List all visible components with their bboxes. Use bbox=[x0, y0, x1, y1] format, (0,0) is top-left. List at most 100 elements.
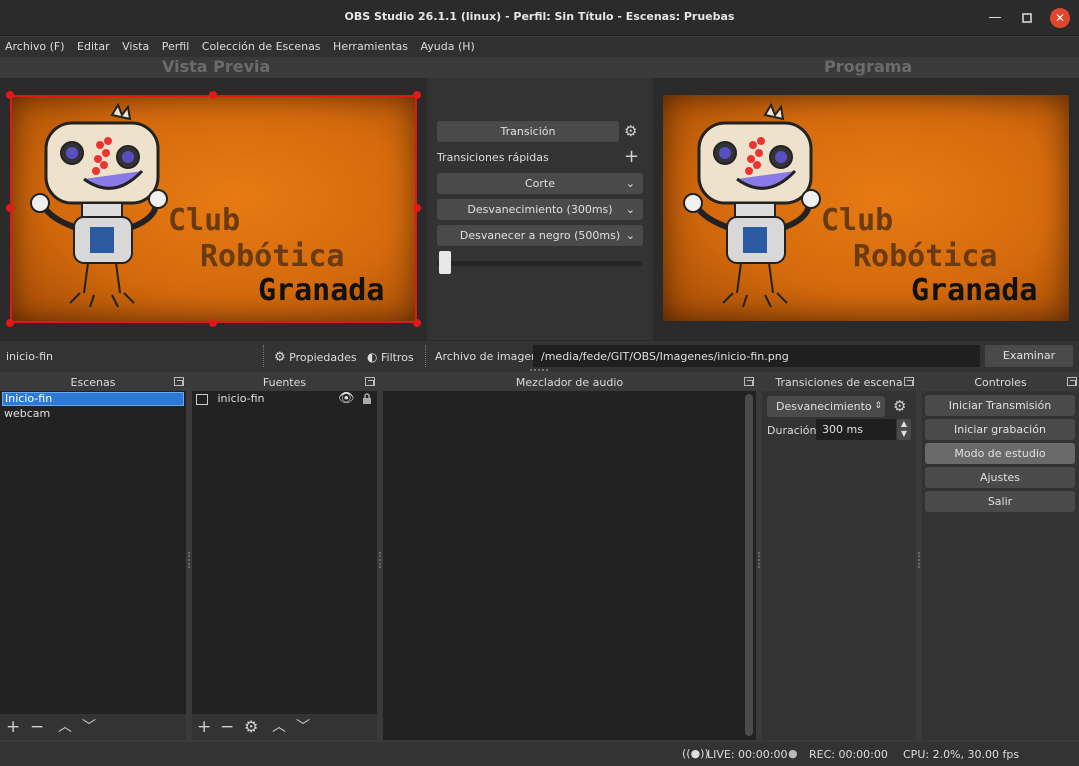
scenes-list[interactable]: Inicio-fin webcam bbox=[0, 391, 186, 714]
quick-transition-label: Desvanecer a negro (500ms) bbox=[459, 229, 621, 242]
splitter-handle[interactable] bbox=[530, 369, 548, 372]
properties-button[interactable]: ⚙ Propiedades bbox=[274, 350, 357, 365]
program-image: Club Robótica Granada bbox=[663, 95, 1069, 321]
sources-footer: + − ⚙ ︿ ﹀ bbox=[192, 714, 377, 740]
duration-input[interactable]: 300 ms bbox=[816, 419, 896, 440]
gear-icon[interactable]: ⚙ bbox=[244, 716, 258, 738]
current-source-name: inicio-fin bbox=[6, 350, 53, 363]
live-status: LIVE: 00:00:00 bbox=[707, 748, 788, 761]
program-label: Programa bbox=[824, 57, 913, 76]
record-icon: ● bbox=[788, 747, 798, 760]
close-icon[interactable]: ✕ bbox=[1050, 8, 1070, 28]
remove-icon[interactable]: − bbox=[30, 716, 44, 738]
logo-club-text: Club bbox=[821, 203, 894, 238]
menu-herramientas[interactable]: Herramientas bbox=[328, 37, 412, 53]
menu-ayuda[interactable]: Ayuda (H) bbox=[415, 37, 478, 53]
sources-list[interactable]: inicio-fin 👁 bbox=[192, 391, 377, 714]
add-icon[interactable]: + bbox=[6, 716, 20, 738]
chevron-down-icon: ⌄ bbox=[625, 229, 635, 242]
resize-handle[interactable] bbox=[6, 91, 14, 99]
transitions-dock-header: Transiciones de escena bbox=[762, 375, 916, 391]
dock-splitter[interactable] bbox=[918, 552, 920, 568]
menu-bar: Archivo (F) Editar Vista Perfil Colecció… bbox=[0, 37, 1079, 57]
mixer-scrollbar[interactable] bbox=[745, 394, 753, 736]
quick-transition-fade-black[interactable]: Desvanecer a negro (500ms) ⌄ bbox=[437, 225, 643, 246]
preview-label: Vista Previa bbox=[162, 57, 271, 76]
file-path-field[interactable]: /media/fede/GIT/OBS/Imagenes/inicio-fin.… bbox=[533, 345, 980, 367]
float-dock-icon[interactable] bbox=[365, 377, 375, 386]
start-streaming-button[interactable]: Iniciar Transmisión bbox=[925, 395, 1075, 416]
resize-handle[interactable] bbox=[413, 319, 421, 327]
resize-handle[interactable] bbox=[209, 319, 217, 327]
menu-archivo[interactable]: Archivo (F) bbox=[0, 37, 69, 53]
float-dock-icon[interactable] bbox=[904, 377, 914, 386]
sources-title: Fuentes bbox=[262, 376, 307, 389]
logo-robotica-text: Robótica bbox=[200, 239, 345, 274]
menu-editar[interactable]: Editar bbox=[72, 37, 114, 53]
status-bar: ((●)) LIVE: 00:00:00 ● REC: 00:00:00 CPU… bbox=[0, 742, 1079, 766]
float-dock-icon[interactable] bbox=[174, 377, 184, 386]
cpu-status: CPU: 2.0%, 30.00 fps bbox=[903, 748, 1020, 761]
exit-button[interactable]: Salir bbox=[925, 491, 1075, 512]
transition-button[interactable]: Transición bbox=[437, 121, 619, 142]
quick-transition-fade[interactable]: Desvanecimiento (300ms) ⌄ bbox=[437, 199, 643, 220]
mixer-dock-header: Mezclador de audio bbox=[383, 375, 756, 391]
gear-icon: ⚙ bbox=[274, 350, 286, 365]
properties-label: Propiedades bbox=[289, 351, 357, 364]
scene-item[interactable]: Inicio-fin bbox=[2, 392, 184, 406]
tbar-track[interactable] bbox=[437, 261, 642, 266]
filters-button[interactable]: ◐ Filtros bbox=[367, 350, 414, 364]
settings-button[interactable]: Ajustes bbox=[925, 467, 1075, 488]
gear-icon[interactable]: ⚙ bbox=[893, 397, 906, 415]
add-icon[interactable]: + bbox=[624, 148, 639, 166]
controls-dock-header: Controles bbox=[922, 375, 1079, 391]
resize-handle[interactable] bbox=[209, 91, 217, 99]
resize-handle[interactable] bbox=[413, 204, 421, 212]
resize-handle[interactable] bbox=[6, 204, 14, 212]
duration-stepper[interactable]: ▲ ▼ bbox=[897, 419, 911, 440]
start-recording-button[interactable]: Iniciar grabación bbox=[925, 419, 1075, 440]
add-icon[interactable]: + bbox=[197, 716, 211, 738]
quick-transition-cut[interactable]: Corte ⌄ bbox=[437, 173, 643, 194]
menu-coleccion-escenas[interactable]: Colección de Escenas bbox=[197, 37, 325, 53]
dock-splitter[interactable] bbox=[758, 552, 760, 568]
menu-vista[interactable]: Vista bbox=[117, 37, 153, 53]
quick-transition-label: Desvanecimiento (300ms) bbox=[467, 203, 613, 216]
maximize-icon[interactable] bbox=[1017, 8, 1037, 28]
transitions-title: Transiciones de escena bbox=[775, 376, 903, 389]
scene-transitions-panel bbox=[762, 391, 916, 740]
browse-button[interactable]: Examinar bbox=[985, 345, 1073, 367]
robot-mascot-icon bbox=[683, 103, 821, 308]
menu-perfil[interactable]: Perfil bbox=[157, 37, 194, 53]
move-down-icon[interactable]: ﹀ bbox=[82, 716, 96, 738]
duration-label: Duración bbox=[767, 424, 817, 437]
remove-icon[interactable]: − bbox=[220, 716, 234, 738]
logo-granada-text: Granada bbox=[258, 273, 385, 308]
minimize-icon[interactable]: — bbox=[985, 8, 1005, 28]
toolbar-separator bbox=[263, 345, 265, 367]
tbar-handle[interactable] bbox=[439, 251, 451, 274]
quick-transitions-label: Transiciones rápidas bbox=[437, 151, 549, 164]
eye-icon[interactable]: 👁 bbox=[338, 391, 355, 406]
source-name: inicio-fin bbox=[217, 392, 265, 405]
gear-icon[interactable]: ⚙ bbox=[624, 122, 637, 140]
float-dock-icon[interactable] bbox=[744, 377, 754, 386]
move-down-icon[interactable]: ﹀ bbox=[296, 716, 310, 738]
lock-icon[interactable] bbox=[362, 393, 372, 405]
resize-handle[interactable] bbox=[6, 319, 14, 327]
scene-item[interactable]: webcam bbox=[2, 407, 184, 421]
chevron-down-icon: ⌄ bbox=[625, 203, 635, 216]
scenes-title: Escenas bbox=[70, 376, 116, 389]
resize-handle[interactable] bbox=[413, 91, 421, 99]
toolbar-separator bbox=[425, 345, 427, 367]
preview-image[interactable]: Club Robótica Granada bbox=[10, 95, 417, 323]
move-up-icon[interactable]: ︿ bbox=[272, 716, 286, 738]
sources-dock-header: Fuentes bbox=[192, 375, 377, 391]
float-dock-icon[interactable] bbox=[1067, 377, 1077, 386]
studio-mode-button[interactable]: Modo de estudio bbox=[925, 443, 1075, 464]
broadcast-icon: ((●)) bbox=[682, 747, 709, 760]
dock-splitter[interactable] bbox=[188, 552, 190, 568]
move-up-icon[interactable]: ︿ bbox=[58, 716, 72, 738]
dock-splitter[interactable] bbox=[379, 552, 381, 568]
transition-select[interactable]: Desvanecimiento ⇕ bbox=[767, 396, 885, 417]
